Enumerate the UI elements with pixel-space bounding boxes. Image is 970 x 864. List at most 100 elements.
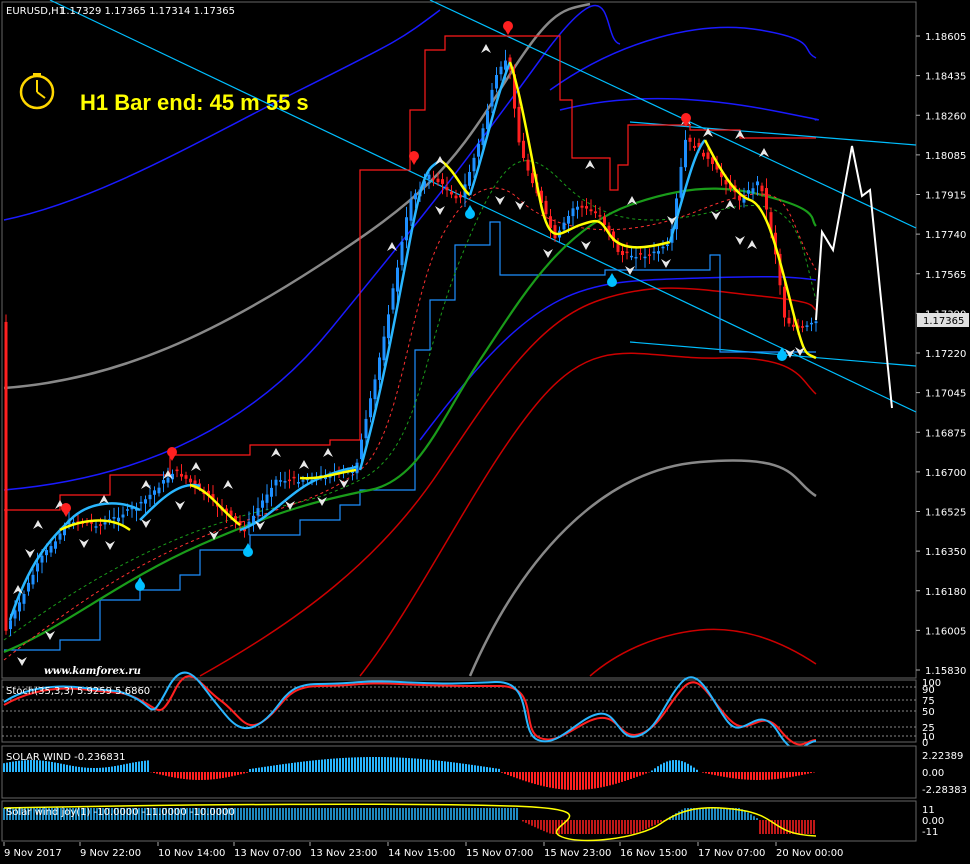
time-tick: 17 Nov 07:00 [698, 848, 765, 859]
solar-joy-axis: 110.00-11 [922, 805, 944, 838]
price-tick: 1.17740 [925, 230, 966, 241]
candle-body [31, 574, 35, 585]
candle-body [738, 195, 741, 201]
candle-body [256, 508, 260, 516]
candle-body [544, 200, 548, 215]
candle-body [40, 555, 44, 563]
candle-body [139, 501, 143, 504]
candle-body [99, 524, 102, 526]
candle-body [4, 321, 8, 631]
candle-body [445, 187, 449, 191]
candle-body [495, 75, 498, 89]
candle-body [526, 159, 530, 171]
candle-body [94, 526, 98, 528]
candle-body [756, 181, 759, 186]
candle-body [801, 326, 804, 328]
candle-body [360, 439, 363, 460]
candle-body [666, 244, 669, 247]
chart-header-symbol: EURUSD,H1 [6, 6, 65, 17]
candle-body [765, 188, 768, 210]
time-tick: 10 Nov 14:00 [158, 848, 225, 859]
candle-body [58, 533, 62, 540]
svg-text:1.17365: 1.17365 [923, 316, 964, 327]
candle-body [643, 256, 647, 259]
candle-body [373, 379, 377, 400]
candle-body [679, 166, 683, 198]
candle-body [175, 469, 179, 472]
price-tick: 1.16525 [925, 508, 966, 519]
candle-body [783, 286, 786, 318]
candle-body [657, 251, 660, 254]
candle-body [472, 157, 476, 172]
candle-body [594, 211, 597, 214]
price-tick: 1.18260 [925, 111, 966, 122]
candle-body [616, 243, 620, 252]
candle-body [427, 174, 431, 180]
candle-body [184, 475, 188, 479]
candle-body [49, 546, 53, 553]
candle-body [751, 188, 755, 194]
candle-body [684, 139, 687, 168]
candle-body [787, 317, 791, 324]
stoch-axis: 10090755025100 [922, 678, 941, 749]
candle-body [432, 177, 435, 180]
candle-body [567, 216, 570, 224]
candle-body [693, 145, 696, 148]
price-tick: 1.16700 [925, 468, 966, 479]
time-tick: 16 Nov 15:00 [620, 848, 687, 859]
sub-axis-tick: 11 [922, 805, 935, 816]
candle-body [531, 173, 534, 184]
candle-body [441, 179, 444, 184]
candle-body [180, 473, 183, 477]
candle-body [625, 251, 629, 254]
candle-body [265, 494, 269, 503]
sub-axis-tick: 0.00 [922, 816, 944, 827]
candle-body [90, 522, 93, 524]
candle-body [409, 199, 413, 221]
price-tick: 1.17045 [925, 389, 966, 400]
candle-body [292, 476, 296, 479]
candle-body [279, 480, 282, 482]
candle-body [301, 480, 305, 482]
candle-body [297, 482, 300, 484]
candle-body [274, 479, 278, 486]
candle-body [378, 357, 381, 380]
candle-body [157, 487, 161, 494]
candle-body [270, 487, 273, 497]
candle-body [436, 178, 440, 183]
sub-axis-tick: -11 [922, 827, 938, 838]
price-tick: 1.18435 [925, 72, 966, 83]
candle-body [580, 205, 584, 208]
candle-body [396, 267, 399, 292]
sub-axis-tick: 90 [922, 685, 935, 696]
candle-body [571, 208, 575, 217]
time-tick: 14 Nov 15:00 [388, 848, 455, 859]
price-tick: 1.15830 [925, 666, 966, 677]
price-tick: 1.17915 [925, 191, 966, 202]
candle-body [112, 517, 116, 519]
candle-body [648, 254, 651, 256]
bar-timer-label: H1 Bar end: 45 m 55 s [80, 90, 309, 115]
candle-body [688, 137, 692, 142]
price-tick: 1.18605 [925, 32, 966, 43]
candle-body [621, 250, 624, 255]
price-tick: 1.16005 [925, 626, 966, 637]
candle-body [27, 582, 30, 592]
candle-body [103, 522, 107, 525]
price-tick: 1.17565 [925, 270, 966, 281]
candle-body [117, 517, 120, 522]
solar-label: SOLAR WIND -0.236831 [6, 752, 126, 763]
candle-body [387, 314, 390, 339]
candle-body [517, 106, 521, 143]
candle-body [706, 152, 710, 159]
price-tick: 1.18085 [925, 151, 966, 162]
candle-body [814, 321, 818, 324]
time-tick: 15 Nov 07:00 [466, 848, 533, 859]
candle-body [598, 215, 602, 217]
sub-axis-tick: 0 [922, 738, 928, 749]
candle-body [382, 336, 386, 361]
candle-body [18, 602, 21, 612]
candle-body [549, 216, 552, 229]
price-axis: 1.18605 1.18435 1.18260 1.18085 1.17915 1.177… [916, 32, 966, 677]
trading-chart[interactable]: EURUSD,H1 1.17329 1.17365 1.17314 1.1736… [0, 0, 970, 864]
